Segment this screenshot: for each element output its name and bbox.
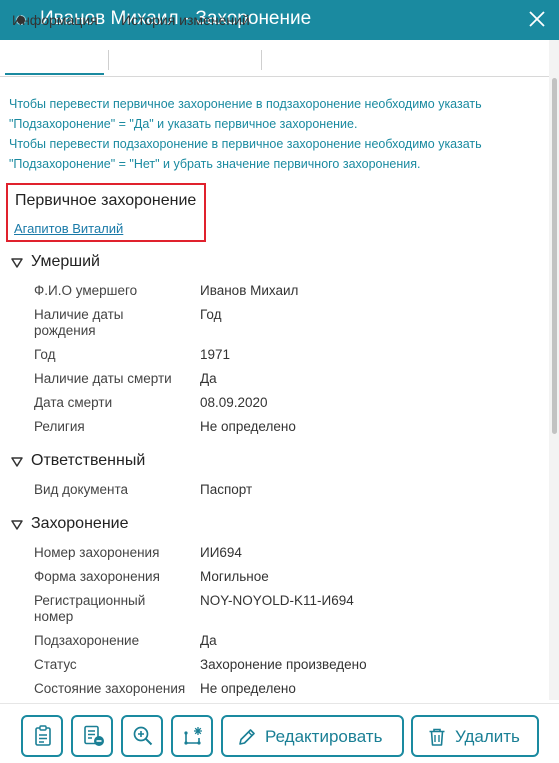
edit-button-label: Редактировать: [265, 727, 383, 746]
tab-divider: [261, 50, 262, 70]
field-value: Да: [200, 371, 217, 386]
close-button[interactable]: [526, 8, 548, 30]
field-label-clipped: Состояние захоронения: [34, 680, 194, 702]
zoom-in-icon: [133, 726, 153, 746]
section-title: Захоронение: [31, 515, 129, 532]
document-edit-icon: [84, 725, 104, 746]
field-label: Номер захоронения: [34, 545, 160, 560]
collapse-triangle-icon: [11, 457, 23, 467]
field-value: 1971: [200, 347, 231, 362]
field-label: Состояние захоронения: [34, 681, 186, 696]
select-area-button[interactable]: [171, 715, 213, 757]
field-value: 08.09.2020: [200, 395, 268, 410]
field-value: Не определено: [200, 419, 296, 434]
field-value: Захоронение произведено: [200, 657, 367, 672]
pencil-icon: [239, 729, 255, 745]
field-value: NOY-NOYOLD-K11-И694: [200, 593, 354, 608]
field-label: Ф.И.О умершего: [34, 283, 138, 298]
tab-bar: [0, 40, 549, 77]
scrollbar-thumb[interactable]: [552, 78, 557, 434]
section-title: Ответственный: [31, 452, 146, 469]
primary-burial-title: Первичное захоронение: [15, 192, 197, 209]
tab-info[interactable]: Информация: [12, 12, 98, 28]
trash-icon: [429, 728, 445, 746]
field-label: Дата смерти: [34, 395, 113, 410]
field-label: Подзахоронение: [34, 633, 140, 648]
field-value: Да: [200, 633, 217, 648]
section-responsible-toggle[interactable]: Ответственный: [11, 452, 161, 472]
collapse-triangle-icon: [11, 258, 23, 268]
field-value: Могильное: [200, 569, 269, 584]
info-text: "Подзахоронение" = "Да" и указать первич…: [9, 117, 358, 131]
info-text: "Подзахоронение" = "Нет" и убрать значен…: [9, 157, 421, 171]
document-status-button[interactable]: [71, 715, 113, 757]
primary-burial-link[interactable]: Агапитов Виталий: [14, 221, 123, 236]
section-title: Умерший: [31, 253, 100, 270]
tab-divider: [108, 50, 109, 70]
tab-history[interactable]: История изменений: [121, 12, 250, 28]
field-value: Год: [200, 307, 222, 322]
active-tab-indicator: [5, 73, 104, 75]
clipboard-icon: [35, 725, 51, 746]
field-label: Год: [34, 347, 56, 362]
section-deceased-toggle[interactable]: Умерший: [11, 253, 131, 273]
info-text: Чтобы перевести подзахоронение в первичн…: [9, 137, 482, 151]
field-label: Статус: [34, 657, 77, 672]
collapse-triangle-icon: [11, 520, 23, 530]
zoom-button[interactable]: [121, 715, 163, 757]
field-label: Наличие даты смерти: [34, 371, 172, 386]
field-label: Религия: [34, 419, 85, 434]
delete-button[interactable]: Удалить: [411, 715, 539, 757]
field-value: Не определено: [200, 681, 296, 696]
report-button[interactable]: [21, 715, 63, 757]
delete-button-label: Удалить: [455, 727, 520, 746]
info-text: Чтобы перевести первичное захоронение в …: [9, 97, 482, 111]
edit-button[interactable]: Редактировать: [221, 715, 404, 757]
field-value: ИИ694: [200, 545, 242, 560]
close-icon: [529, 11, 545, 27]
section-burial-toggle[interactable]: Захоронение: [11, 515, 151, 535]
field-label: Вид документа: [34, 482, 128, 497]
field-value: Иванов Михаил: [200, 283, 299, 298]
field-value: Паспорт: [200, 482, 253, 497]
field-label: Регистрационный номер: [34, 593, 146, 624]
field-label: Форма захоронения: [34, 569, 160, 584]
selection-sparkle-icon: [184, 727, 202, 745]
field-label: Наличие даты рождения: [34, 307, 124, 338]
